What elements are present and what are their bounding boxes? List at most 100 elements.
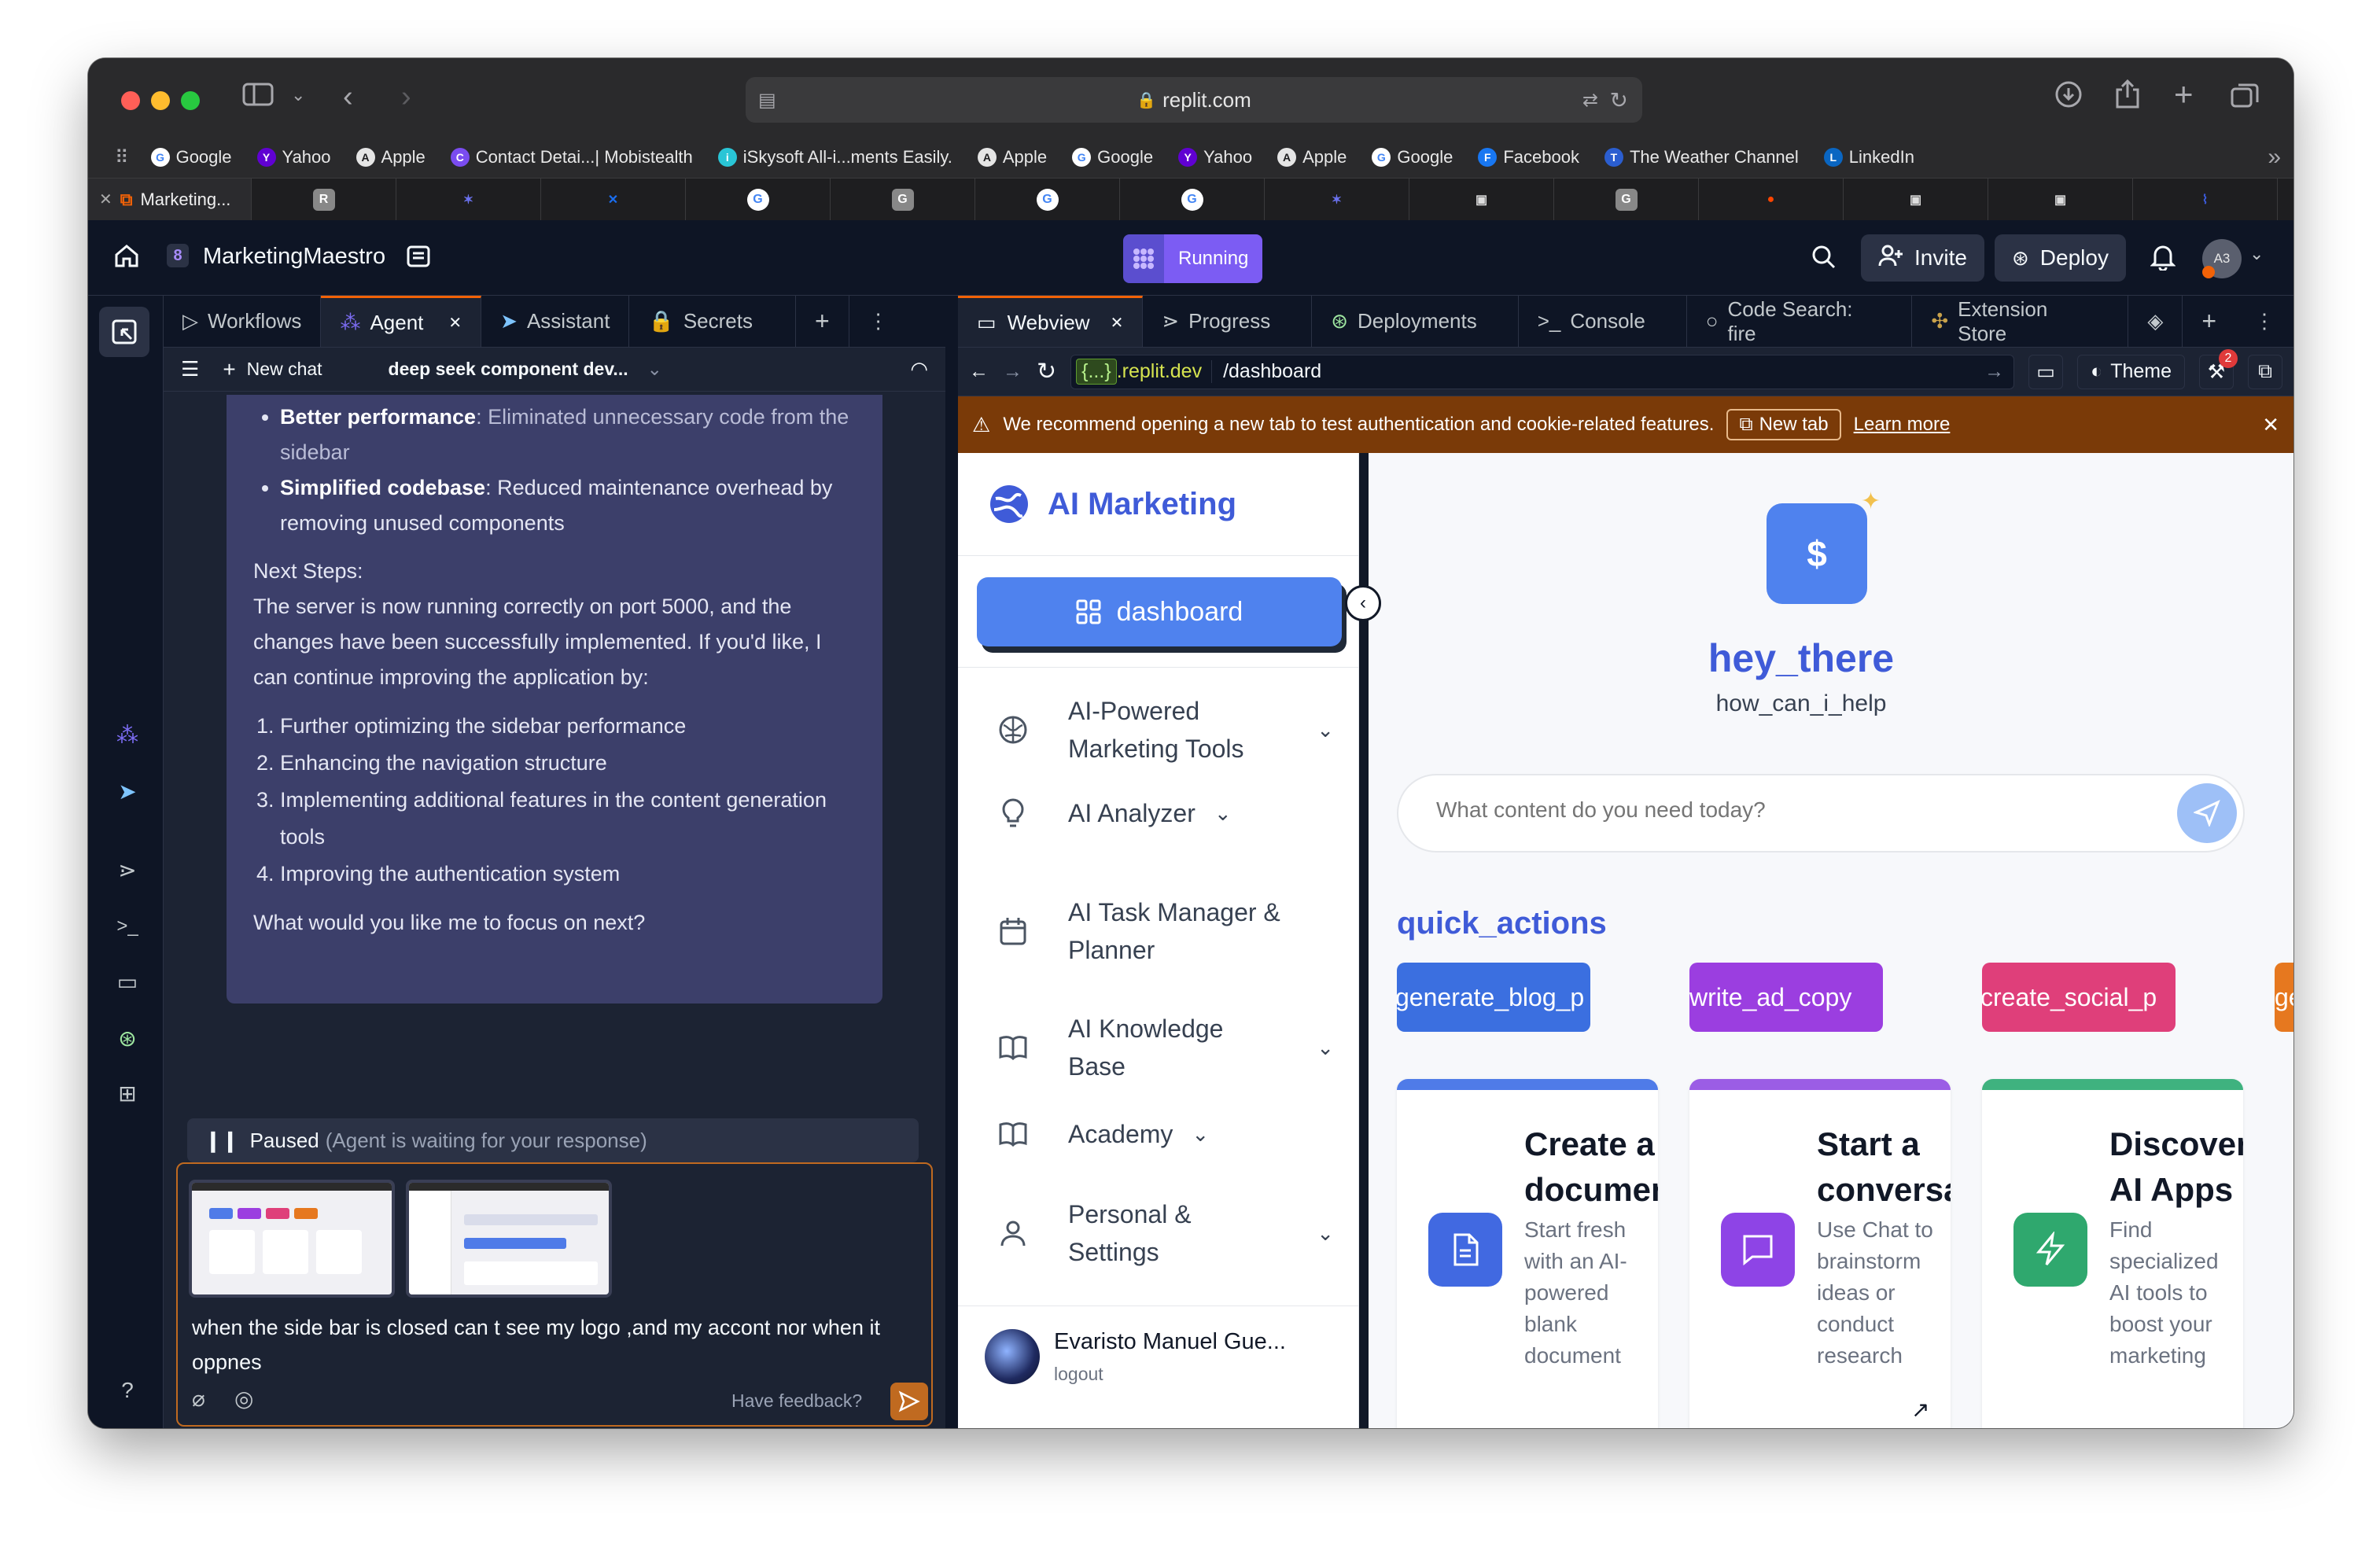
browser-tab-active[interactable]: ✕ ⧉ Marketing... [88,179,252,220]
browser-tab[interactable]: ▣ [1988,179,2133,220]
chevron-down-icon[interactable]: ⌄ [291,85,305,105]
console-icon[interactable]: >_ [112,911,143,942]
chevron-down-icon[interactable]: ⌄ [1317,1029,1334,1066]
nav-item-5[interactable]: Personal & Settings ⌄ [996,1195,1334,1271]
devtools-icon[interactable]: ▭ [2028,354,2064,389]
address-bar[interactable]: ▤ 🔒 replit.com ⇄ ↻ [746,77,1642,123]
chat-input-text[interactable]: when the side bar is closed can t see my… [192,1310,916,1379]
tab-secrets[interactable]: 🔒 Secrets [629,296,796,347]
back-icon[interactable]: ← [969,360,989,383]
chevron-down-icon[interactable]: ⌄ [2249,244,2264,264]
invite-button[interactable]: Invite [1861,234,1984,282]
app-logo[interactable]: AI Marketing [988,483,1236,525]
browser-tab[interactable]: G [686,179,831,220]
action-card[interactable]: Create a document Start fresh with an AI-… [1397,1079,1658,1428]
external-link-icon[interactable]: ⧉ [2248,354,2282,389]
arrow-right-icon[interactable]: → [1984,360,2004,383]
page-menu-icon[interactable]: ▤ [758,89,776,112]
translate-icon[interactable]: ⇄ [1582,89,1598,112]
theme-button[interactable]: ◐ Theme [2077,354,2185,389]
back-icon[interactable]: ‹ [343,80,353,114]
favorite-7[interactable]: Y Yahoo [1178,147,1252,168]
speed-icon[interactable]: ◠ [910,357,928,381]
plus-icon[interactable]: + [223,357,235,382]
more-options-icon[interactable]: ⋮ [849,296,908,347]
close-tab-icon[interactable]: ✕ [99,190,112,209]
tab-deployments[interactable]: ⊛ Deployments [1312,296,1519,347]
chevron-down-icon[interactable]: ⌄ [647,359,662,380]
menu-icon[interactable]: ☰ [181,357,199,381]
assistant-icon[interactable]: ➤ [112,775,143,807]
sidebar-toggle-icon[interactable] [242,82,274,113]
tab-agent[interactable]: ⁂ Agent ✕ [321,296,482,347]
run-button[interactable]: Running [1123,234,1263,283]
content-search-input[interactable] [1436,797,2113,823]
browser-tab[interactable]: G [1554,179,1699,220]
dashboard-button[interactable]: dashboard [977,577,1342,646]
attachment-thumbnail[interactable] [189,1180,395,1298]
project-name[interactable]: MarketingMaestro [203,244,385,270]
agent-icon[interactable]: ⁂ [112,719,143,750]
favorite-4[interactable]: i iSkysoft All-i...ments Easily. [717,147,952,168]
chevron-down-icon[interactable]: ⌄ [1317,711,1334,749]
new-chat-button[interactable]: New chat [247,359,322,380]
tab-assistant[interactable]: ➤ Assistant [481,296,630,347]
favorite-5[interactable]: A Apple [977,147,1047,168]
browser-tab[interactable]: ✶ [1265,179,1409,220]
action-card[interactable]: Start a conversation Use Chat to brainsto… [1689,1079,1951,1428]
action-card[interactable]: Discover AI Apps Find specialized AI tool… [1982,1079,2243,1428]
search-icon[interactable] [1811,244,1837,274]
nav-item-3[interactable]: AI Knowledge Base ⌄ [996,1010,1334,1085]
chevron-down-icon[interactable]: ⌄ [1192,1115,1209,1153]
content-search[interactable] [1397,774,2245,853]
toggle-panel-icon[interactable] [99,307,149,357]
tab-extension-store[interactable]: ✣ Extension Store [1912,296,2129,347]
quick-action-button[interactable]: write_ad_copy [1689,963,1883,1032]
browser-tab[interactable]: ✕ [541,179,686,220]
favorite-2[interactable]: A Apple [356,147,426,168]
arrow-up-right-icon[interactable]: ↗ [1911,1397,1929,1423]
all-tools-icon[interactable]: ⊞ [112,1077,143,1109]
close-window-button[interactable] [121,91,140,110]
new-tab-button[interactable]: ⧉ New tab [1726,409,1841,440]
chat-title[interactable]: deep seek component dev... [389,359,628,380]
learn-more-link[interactable]: Learn more [1854,414,1951,436]
forward-icon[interactable]: → [1003,360,1022,383]
close-icon[interactable]: ✕ [2262,413,2279,437]
tab-code-search[interactable]: ○ Code Search: fire [1687,296,1913,347]
logout-link[interactable]: logout [1054,1364,1103,1385]
send-button[interactable] [2177,783,2237,843]
favorite-11[interactable]: T The Weather Channel [1604,147,1799,168]
feedback-link[interactable]: Have feedback? [731,1390,862,1412]
bell-icon[interactable] [2150,242,2176,274]
favorite-0[interactable]: G Google [150,147,232,168]
reload-icon[interactable]: ↻ [1037,358,1056,385]
browser-tab[interactable]: ✶ [396,179,541,220]
favorite-12[interactable]: L LinkedIn [1823,147,1914,168]
favorite-10[interactable]: F Facebook [1478,147,1579,168]
grid-icon[interactable]: ⠿ [115,146,129,169]
forward-icon[interactable]: › [401,80,411,114]
favorite-3[interactable]: C Contact Detai...| Mobistealth [450,147,693,168]
chat-input[interactable]: when the side bar is closed can t see my… [176,1162,933,1427]
deployments-icon[interactable]: ⊛ [112,1022,143,1054]
browser-tab[interactable]: ▣ [1844,179,1988,220]
tab-console[interactable]: >_ Console [1519,296,1687,347]
close-tab-icon[interactable]: ✕ [1111,313,1124,333]
zoom-window-button[interactable] [181,91,200,110]
deploy-button[interactable]: ⊛ Deploy [1995,234,2126,282]
tab-progress[interactable]: ⋗ Progress [1143,296,1313,347]
help-icon[interactable]: ? [112,1375,143,1406]
browser-tab[interactable]: ⌇ [2133,179,2278,220]
nav-item-1[interactable]: AI Analyzer ⌄ [996,794,1334,832]
browser-tab[interactable]: ▣ [1409,179,1554,220]
tab-overview-icon[interactable] [2231,82,2259,115]
new-tab-icon[interactable]: + [2174,75,2194,113]
quick-action-button[interactable]: create_social_p [1982,963,2176,1032]
panel-divider[interactable] [945,296,958,1428]
add-tab-button[interactable]: + [2183,296,2235,347]
tab-workflows[interactable]: ▷ Workflows [164,296,322,347]
webview-icon[interactable]: ▭ [112,966,143,997]
chevron-down-icon[interactable]: ⌄ [1317,1214,1334,1252]
close-tab-icon[interactable]: ✕ [448,313,462,333]
